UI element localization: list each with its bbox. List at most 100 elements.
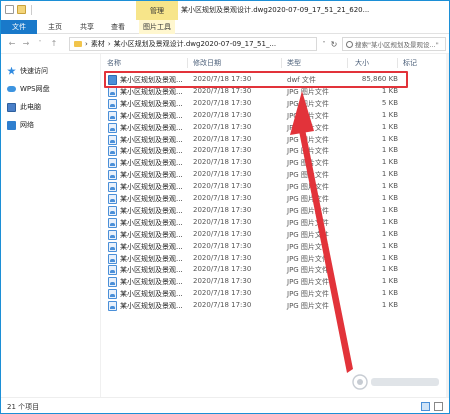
folder-icon (74, 41, 82, 47)
table-row[interactable]: 某小区规划及景观... 2020/7/18 17:30 JPG 图片文件 1 KB (104, 264, 404, 276)
file-date: 2020/7/18 17:30 (193, 241, 252, 250)
file-name: 某小区规划及景观... (120, 278, 183, 287)
table-row[interactable]: 某小区规划及景观... 2020/7/18 17:30 JPG 图片文件 1 KB (104, 217, 404, 229)
table-row[interactable]: 某小区规划及景观... 2020/7/18 17:30 JPG 图片文件 1 KB (104, 193, 404, 205)
network-icon (7, 120, 16, 130)
file-date: 2020/7/18 17:30 (193, 134, 252, 143)
file-name: 某小区规划及景观... (120, 242, 183, 251)
back-arrow-icon[interactable]: ← (7, 37, 17, 49)
image-file-icon (108, 86, 117, 97)
table-row[interactable]: 某小区规划及景观... 2020/7/18 17:30 JPG 图片文件 1 KB (104, 253, 404, 265)
file-date: 2020/7/18 17:30 (193, 194, 252, 202)
column-header-name[interactable]: 名称 (107, 58, 121, 68)
file-name: 某小区规划及景观... (120, 290, 183, 299)
folder-icon[interactable] (17, 5, 26, 14)
column-header-type[interactable]: 类型 (287, 58, 301, 68)
column-divider[interactable] (397, 58, 398, 68)
nav-item-label: WPS网盘 (20, 85, 50, 93)
nav-item-wps-cloud[interactable]: WPS网盘 (7, 83, 50, 95)
column-header-size[interactable]: 大小 (355, 58, 369, 68)
tab-picture-tools[interactable]: 图片工具 (139, 20, 175, 34)
file-type: JPG 图片文件 (287, 302, 329, 311)
file-size: 1 KB (381, 229, 398, 238)
file-type: JPG 图片文件 (287, 254, 329, 263)
file-name: 某小区规划及景观... (120, 147, 183, 156)
tab-view[interactable]: 查看 (108, 20, 128, 34)
tab-home[interactable]: 主页 (45, 20, 65, 34)
table-row[interactable]: 某小区规划及景观... 2020/7/18 17:30 JPG 图片文件 1 KB (104, 145, 404, 157)
file-date: 2020/7/18 17:30 (193, 301, 252, 310)
nav-item-label: 此电脑 (20, 103, 41, 111)
table-row[interactable]: 某小区规划及景观... 2020/7/18 17:30 JPG 图片文件 5 KB (104, 98, 404, 110)
file-name: 某小区规划及景观... (120, 218, 183, 227)
image-file-icon (108, 170, 117, 181)
table-row[interactable]: 某小区规划及景观... 2020/7/18 17:30 JPG 图片文件 1 KB (104, 300, 404, 312)
window-title: 某小区规划及景观设计.dwg2020-07-09_17_51_21_620... (181, 6, 370, 14)
table-row[interactable]: 某小区规划及景观... 2020/7/18 17:30 JPG 图片文件 1 KB (104, 205, 404, 217)
table-row[interactable]: 某小区规划及景观... 2020/7/18 17:30 JPG 图片文件 1 KB (104, 157, 404, 169)
table-row[interactable]: 某小区规划及景观... 2020/7/18 17:30 JPG 图片文件 1 KB (104, 134, 404, 146)
file-size: 1 KB (381, 134, 398, 143)
table-row[interactable]: 某小区规划及景观... 2020/7/18 17:30 JPG 图片文件 1 KB (104, 229, 404, 241)
table-row[interactable]: 某小区规划及景观... 2020/7/18 17:30 JPG 图片文件 1 KB (104, 122, 404, 134)
computer-icon (7, 102, 16, 112)
refresh-icon[interactable]: ↻ (329, 37, 339, 51)
file-explorer-window: 管理 某小区规划及景观设计.dwg2020-07-09_17_51_21_620… (0, 0, 450, 414)
file-date: 2020/7/18 17:30 (193, 86, 252, 95)
tab-file[interactable]: 文件 (1, 20, 37, 34)
file-size: 1 KB (381, 158, 398, 167)
file-type: JPG 图片文件 (287, 123, 329, 132)
file-type: JPG 图片文件 (287, 230, 329, 239)
tab-share[interactable]: 共享 (77, 20, 97, 34)
image-file-icon (108, 134, 117, 145)
document-icon[interactable] (5, 5, 14, 14)
nav-item-network[interactable]: 网络 (7, 119, 34, 131)
breadcrumb-item[interactable]: 某小区规划及景观设计.dwg2020-07-09_17_51_... (114, 39, 277, 49)
search-input[interactable]: 搜索"某小区规划及景观设..." (342, 37, 446, 51)
table-row[interactable]: 某小区规划及景观... 2020/7/18 17:30 JPG 图片文件 1 KB (104, 169, 404, 181)
title-bar: 管理 某小区规划及景观设计.dwg2020-07-09_17_51_21_620… (1, 1, 449, 20)
vertical-scrollbar[interactable] (446, 54, 449, 397)
recent-dropdown-icon[interactable]: ˅ (35, 37, 45, 49)
file-name: 某小区规划及景观... (120, 87, 183, 96)
image-file-icon (108, 289, 117, 300)
forward-arrow-icon[interactable]: → (21, 37, 31, 49)
table-row[interactable]: 某小区规划及景观... 2020/7/18 17:30 JPG 图片文件 1 KB (104, 241, 404, 253)
file-date: 2020/7/18 17:30 (193, 253, 252, 262)
nav-item-quick-access[interactable]: 快速访问 (7, 65, 48, 77)
file-size: 1 KB (381, 110, 398, 119)
tab-manage[interactable]: 管理 (136, 1, 178, 20)
file-date: 2020/7/18 17:30 (193, 277, 252, 286)
large-icons-view-icon[interactable] (434, 402, 443, 411)
up-arrow-icon[interactable]: ↑ (49, 37, 59, 49)
address-dropdown-icon[interactable]: ˅ (319, 37, 329, 51)
column-header-tags[interactable]: 标记 (403, 58, 417, 68)
column-divider[interactable] (347, 58, 348, 68)
image-file-icon (108, 110, 117, 121)
breadcrumb-separator: › (85, 40, 88, 48)
file-type: JPG 图片文件 (287, 195, 329, 203)
table-row[interactable]: 某小区规划及景观... 2020/7/18 17:30 JPG 图片文件 1 KB (104, 181, 404, 193)
file-size: 1 KB (381, 217, 398, 226)
file-name: 某小区规划及景观... (120, 135, 183, 144)
file-name: 某小区规划及景观... (120, 302, 183, 311)
table-row[interactable]: 某小区规划及景观... 2020/7/18 17:30 JPG 图片文件 1 KB (104, 288, 404, 300)
ribbon-tabs: 文件 主页 共享 查看 图片工具 (1, 20, 449, 34)
image-file-icon (108, 217, 117, 228)
column-divider[interactable] (187, 58, 188, 68)
table-row[interactable]: 某小区规划及景观... 2020/7/18 17:30 JPG 图片文件 1 KB (104, 276, 404, 288)
breadcrumb-item[interactable]: 素材 (91, 39, 105, 49)
image-file-icon (108, 241, 117, 252)
star-icon (7, 66, 16, 75)
column-header-date[interactable]: 修改日期 (193, 58, 221, 68)
file-size: 1 KB (381, 146, 398, 155)
breadcrumb-separator: › (107, 40, 111, 48)
image-file-icon (108, 277, 117, 288)
table-row[interactable]: 某小区规划及景观... 2020/7/18 17:30 JPG 图片文件 1 KB (104, 110, 404, 122)
column-divider[interactable] (281, 58, 282, 68)
details-view-icon[interactable] (421, 402, 430, 411)
file-date: 2020/7/18 17:30 (193, 205, 252, 214)
nav-item-this-pc[interactable]: 此电脑 (7, 101, 41, 113)
address-bar[interactable]: › 素材 › 某小区规划及景观设计.dwg2020-07-09_17_51_..… (69, 37, 317, 51)
image-file-icon (108, 182, 117, 193)
